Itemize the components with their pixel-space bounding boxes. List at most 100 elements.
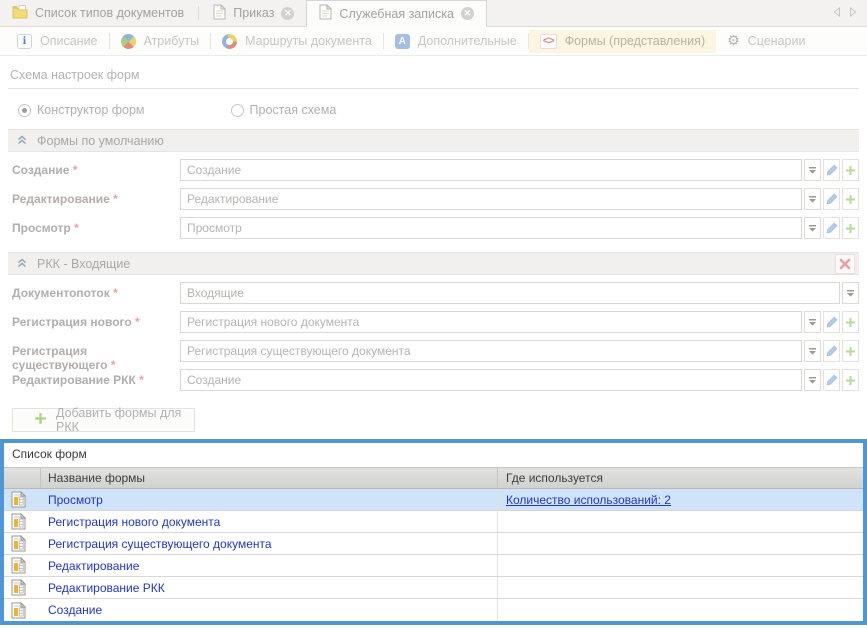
edit-button[interactable] bbox=[823, 217, 840, 239]
form-icon bbox=[4, 511, 41, 532]
form-icon bbox=[4, 555, 41, 576]
tool-description[interactable]: i Описание bbox=[6, 30, 109, 53]
routes-ring-icon bbox=[222, 34, 237, 49]
add-button[interactable] bbox=[842, 311, 859, 333]
tab-label: Список типов документов bbox=[35, 6, 184, 20]
form-name-link[interactable]: Регистрация нового документа bbox=[41, 511, 497, 532]
field-row-edit-rkk: Редактирование РКК * Создание bbox=[8, 369, 859, 391]
tab-sluzhebnaya-zapiska[interactable]: Служебная записка ✕ bbox=[306, 0, 487, 27]
field-row-docflow: Документопоток * Входящие bbox=[8, 282, 859, 304]
tool-scenarios[interactable]: ⚙ Сценарии bbox=[716, 30, 816, 53]
form-icon bbox=[4, 489, 41, 510]
tab-scroll-controls bbox=[833, 0, 867, 26]
form-name-link[interactable]: Создание bbox=[41, 599, 497, 621]
form-icon bbox=[4, 533, 41, 554]
collapse-icon[interactable] bbox=[17, 257, 27, 271]
usage-count-link[interactable]: Количество использований: 2 bbox=[506, 493, 671, 507]
form-name-link[interactable]: Регистрация существующего документа bbox=[41, 533, 497, 554]
add-button[interactable] bbox=[842, 369, 859, 391]
form-name-link[interactable]: Просмотр bbox=[41, 489, 497, 510]
add-button[interactable] bbox=[842, 217, 859, 239]
code-brackets-icon: <> bbox=[540, 34, 557, 49]
tool-attributes[interactable]: Атрибуты bbox=[110, 30, 211, 53]
docflow-input[interactable]: Входящие bbox=[180, 282, 840, 304]
gear-icon: ⚙ bbox=[727, 34, 740, 49]
add-button[interactable] bbox=[842, 340, 859, 362]
form-icon bbox=[4, 599, 41, 621]
edit-button[interactable] bbox=[823, 340, 840, 362]
field-row-edit: Редактирование * Редактирование bbox=[8, 188, 859, 210]
section-default-forms: Формы по умолчанию bbox=[8, 129, 859, 152]
table-row[interactable]: Регистрация нового документа bbox=[4, 511, 863, 533]
radio-selected-icon bbox=[18, 104, 31, 117]
document-icon bbox=[213, 4, 226, 23]
tool-document-routes[interactable]: Маршруты документа bbox=[211, 30, 383, 53]
table-row[interactable]: Регистрация существующего документа bbox=[4, 533, 863, 555]
delete-section-button[interactable] bbox=[835, 254, 855, 274]
close-icon[interactable]: ✕ bbox=[281, 7, 294, 20]
edit-rkk-input[interactable]: Создание bbox=[180, 369, 802, 391]
usage-column-header[interactable]: Где используется bbox=[497, 468, 863, 488]
field-row-create: Создание * Создание bbox=[8, 159, 859, 181]
table-header: Название формы Где используется bbox=[4, 467, 863, 489]
tab-label: Служебная записка bbox=[339, 7, 454, 21]
field-row-register-new: Регистрация нового * Регистрация нового … bbox=[8, 311, 859, 333]
tool-additional[interactable]: A Дополнительные bbox=[384, 30, 528, 53]
form-scheme-group-label: Схема настроек форм bbox=[8, 65, 859, 89]
collapse-icon[interactable] bbox=[17, 134, 27, 148]
forms-list-panel: Список форм Название формы Где используе… bbox=[0, 439, 867, 625]
attributes-pie-icon bbox=[121, 34, 136, 49]
create-form-input[interactable]: Создание bbox=[180, 159, 802, 181]
dropdown-button[interactable] bbox=[804, 311, 821, 333]
radio-simple-scheme[interactable]: Простая схема bbox=[231, 103, 337, 117]
tab-prikaz[interactable]: Приказ ✕ bbox=[201, 0, 306, 26]
document-icon bbox=[319, 4, 332, 23]
section-title: РКК - Входящие bbox=[37, 257, 130, 271]
section-title: Формы по умолчанию bbox=[37, 134, 164, 148]
add-rkk-forms-button[interactable]: Добавить формы для РКК bbox=[12, 408, 195, 432]
table-row[interactable]: Редактирование РКК bbox=[4, 577, 863, 599]
form-icon bbox=[4, 577, 41, 598]
dropdown-button[interactable] bbox=[842, 282, 859, 304]
scheme-radio-group: Конструктор форм Простая схема bbox=[8, 103, 859, 117]
register-new-input[interactable]: Регистрация нового документа bbox=[180, 311, 802, 333]
add-button[interactable] bbox=[842, 188, 859, 210]
radio-form-constructor[interactable]: Конструктор форм bbox=[18, 103, 145, 117]
section-toolbar: i Описание Атрибуты Маршруты документа A… bbox=[0, 27, 867, 56]
add-button[interactable] bbox=[842, 159, 859, 181]
plus-icon bbox=[34, 412, 47, 428]
tab-bar: Список типов документов Приказ ✕ Сл bbox=[0, 0, 867, 27]
table-row[interactable]: Создание bbox=[4, 599, 863, 621]
section-rkk-incoming: РКК - Входящие bbox=[8, 252, 859, 275]
folder-icon bbox=[12, 5, 28, 22]
dropdown-button[interactable] bbox=[804, 369, 821, 391]
edit-form-input[interactable]: Редактирование bbox=[180, 188, 802, 210]
scroll-right-icon[interactable] bbox=[849, 6, 857, 20]
info-icon: i bbox=[17, 34, 32, 49]
close-icon[interactable]: ✕ bbox=[461, 7, 474, 20]
view-form-input[interactable]: Просмотр bbox=[180, 217, 802, 239]
edit-button[interactable] bbox=[823, 159, 840, 181]
dropdown-button[interactable] bbox=[804, 217, 821, 239]
forms-list-title: Список форм bbox=[4, 443, 863, 467]
edit-button[interactable] bbox=[823, 369, 840, 391]
dropdown-button[interactable] bbox=[804, 188, 821, 210]
table-row[interactable]: Просмотр Количество использований: 2 bbox=[4, 489, 863, 511]
letter-a-icon: A bbox=[395, 34, 410, 49]
edit-button[interactable] bbox=[823, 188, 840, 210]
table-row[interactable]: Редактирование bbox=[4, 555, 863, 577]
dropdown-button[interactable] bbox=[804, 340, 821, 362]
edit-button[interactable] bbox=[823, 311, 840, 333]
scroll-left-icon[interactable] bbox=[833, 6, 841, 20]
field-row-register-existing: Регистрация существующего * Регистрация … bbox=[8, 340, 859, 362]
form-name-link[interactable]: Редактирование bbox=[41, 555, 497, 576]
tab-document-types-list[interactable]: Список типов документов bbox=[0, 0, 196, 26]
tool-forms-views[interactable]: <> Формы (представления) bbox=[529, 30, 716, 53]
tab-separator bbox=[198, 6, 199, 20]
icon-column-header bbox=[4, 468, 41, 488]
dropdown-button[interactable] bbox=[804, 159, 821, 181]
name-column-header[interactable]: Название формы bbox=[41, 468, 497, 488]
form-name-link[interactable]: Редактирование РКК bbox=[41, 577, 497, 598]
register-existing-input[interactable]: Регистрация существующего документа bbox=[180, 340, 802, 362]
radio-unselected-icon bbox=[231, 104, 244, 117]
